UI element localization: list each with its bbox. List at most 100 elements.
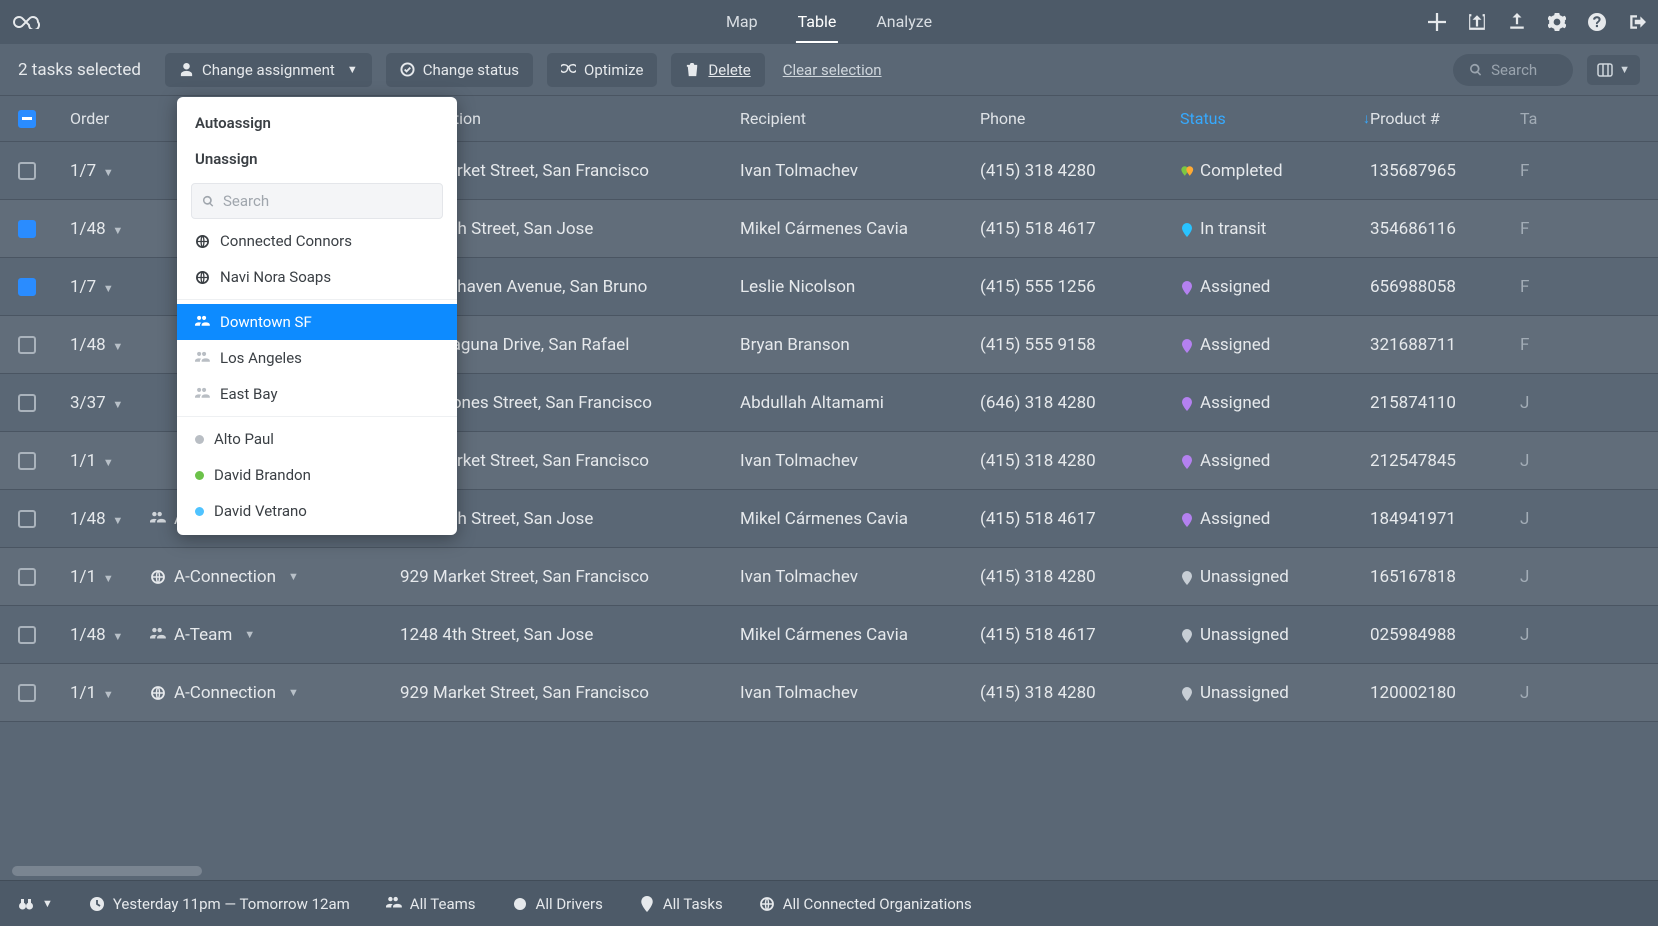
- col-product[interactable]: Product #: [1370, 109, 1520, 128]
- row-checkbox[interactable]: [18, 510, 36, 528]
- cell-product: 656988058: [1370, 277, 1520, 297]
- cell-truncated: F: [1520, 161, 1560, 181]
- clear-selection-link[interactable]: Clear selection: [783, 61, 882, 79]
- cell-destination: 1248 4th Street, San Jose: [400, 625, 740, 645]
- dropdown-unassign[interactable]: Unassign: [177, 141, 457, 177]
- import-icon[interactable]: [1468, 13, 1486, 31]
- search-icon: [202, 195, 215, 208]
- change-status-button[interactable]: Change status: [386, 53, 533, 87]
- optimize-button[interactable]: Optimize: [547, 53, 657, 87]
- cell-assignment[interactable]: A-Connection ▼: [150, 683, 400, 703]
- status-pin-icon: [1180, 280, 1194, 294]
- dropdown-driver-item[interactable]: Alto Paul: [177, 421, 457, 457]
- col-phone[interactable]: Phone: [980, 109, 1180, 128]
- teams-filter[interactable]: All Teams: [386, 895, 476, 913]
- row-checkbox[interactable]: [18, 626, 36, 644]
- row-checkbox[interactable]: [18, 684, 36, 702]
- tab-table[interactable]: Table: [796, 2, 839, 43]
- col-status[interactable]: Status ↓: [1180, 109, 1370, 128]
- cell-order[interactable]: 1/48 ▼: [70, 219, 150, 239]
- horizontal-scrollbar[interactable]: [12, 866, 202, 876]
- help-icon[interactable]: [1588, 13, 1606, 31]
- cell-order[interactable]: 3/37 ▼: [70, 393, 150, 413]
- dropdown-autoassign[interactable]: Autoassign: [177, 105, 457, 141]
- row-checkbox[interactable]: [18, 220, 36, 238]
- drivers-filter[interactable]: All Drivers: [512, 895, 603, 913]
- status-pin-icon: [1180, 628, 1194, 642]
- delete-button[interactable]: Delete: [671, 53, 764, 87]
- cell-assignment[interactable]: A-Team ▼: [150, 625, 400, 645]
- row-checkbox[interactable]: [18, 278, 36, 296]
- search-input[interactable]: Search: [1453, 54, 1573, 86]
- cell-order[interactable]: 1/1 ▼: [70, 683, 150, 703]
- table-row[interactable]: 1/48 ▼A-Team ▼1248 4th Street, San JoseM…: [0, 606, 1658, 664]
- time-range-filter[interactable]: Yesterday 11pm — Tomorrow 12am: [89, 895, 350, 913]
- cell-status: Unassigned: [1180, 625, 1370, 645]
- cell-recipient: Ivan Tolmachev: [740, 683, 980, 703]
- binoculars-icon: [18, 896, 34, 912]
- assignment-label: A-Connection: [174, 567, 276, 587]
- table-row[interactable]: 1/1 ▼A-Connection ▼929 Market Street, Sa…: [0, 664, 1658, 722]
- columns-button[interactable]: ▼: [1587, 55, 1640, 85]
- cell-order[interactable]: 1/7 ▼: [70, 161, 150, 181]
- tab-analyze[interactable]: Analyze: [874, 2, 934, 43]
- cell-order[interactable]: 1/48 ▼: [70, 335, 150, 355]
- cell-order[interactable]: 1/1 ▼: [70, 451, 150, 471]
- cell-recipient: Leslie Nicolson: [740, 277, 980, 297]
- cell-order[interactable]: 1/48 ▼: [70, 625, 150, 645]
- dropdown-driver-item[interactable]: David Vetrano: [177, 493, 457, 529]
- col-status-label: Status: [1180, 109, 1226, 128]
- cell-phone: (646) 318 4280: [980, 393, 1180, 413]
- team-icon: [150, 511, 166, 527]
- select-all-checkbox[interactable]: [18, 110, 36, 128]
- tab-map[interactable]: Map: [724, 2, 760, 43]
- row-checkbox[interactable]: [18, 452, 36, 470]
- caret-down-icon: ▼: [1619, 63, 1630, 76]
- drivers-filter-label: All Drivers: [536, 895, 603, 913]
- org-icon: [759, 896, 775, 912]
- table-row[interactable]: 1/1 ▼A-Connection ▼929 Market Street, Sa…: [0, 548, 1658, 606]
- caret-down-icon: ▼: [110, 630, 124, 643]
- orgs-filter[interactable]: All Connected Organizations: [759, 895, 972, 913]
- cell-status: Assigned: [1180, 451, 1370, 471]
- tasks-filter[interactable]: All Tasks: [639, 895, 723, 913]
- col-recipient[interactable]: Recipient: [740, 109, 980, 128]
- change-assignment-button[interactable]: Change assignment ▼: [165, 53, 372, 87]
- settings-icon[interactable]: [1548, 13, 1566, 31]
- caret-down-icon: ▼: [100, 688, 114, 701]
- view-toggle[interactable]: ▼: [18, 896, 53, 912]
- app-logo: [12, 15, 48, 29]
- dropdown-team-item[interactable]: Downtown SF: [177, 304, 457, 340]
- dropdown-team-item[interactable]: Los Angeles: [177, 340, 457, 376]
- logout-icon[interactable]: [1628, 13, 1646, 31]
- cell-destination: 929 Market Street, San Francisco: [400, 567, 740, 587]
- col-order[interactable]: Order: [70, 109, 150, 128]
- cell-assignment[interactable]: A-Connection ▼: [150, 567, 400, 587]
- cell-phone: (415) 318 4280: [980, 683, 1180, 703]
- row-checkbox[interactable]: [18, 394, 36, 412]
- row-checkbox[interactable]: [18, 336, 36, 354]
- row-checkbox[interactable]: [18, 568, 36, 586]
- cell-order[interactable]: 1/48 ▼: [70, 509, 150, 529]
- cell-recipient: Ivan Tolmachev: [740, 451, 980, 471]
- team-icon: [195, 351, 210, 366]
- col-truncated[interactable]: Ta: [1520, 109, 1560, 128]
- export-icon[interactable]: [1508, 13, 1526, 31]
- add-icon[interactable]: [1428, 13, 1446, 31]
- cell-order[interactable]: 1/1 ▼: [70, 567, 150, 587]
- caret-down-icon: ▼: [100, 572, 114, 585]
- dropdown-driver-item[interactable]: David Brandon: [177, 457, 457, 493]
- cell-destination: 929 Market Street, San Francisco: [400, 683, 740, 703]
- dropdown-search[interactable]: Search: [191, 183, 443, 219]
- dropdown-org-item[interactable]: Navi Nora Soaps: [177, 259, 457, 295]
- driver-icon: [512, 896, 528, 912]
- assignment-label: A-Connection: [174, 683, 276, 703]
- dropdown-org-item[interactable]: Connected Connors: [177, 223, 457, 259]
- dropdown-driver-label: David Vetrano: [214, 502, 307, 520]
- dropdown-team-item[interactable]: East Bay: [177, 376, 457, 412]
- row-checkbox[interactable]: [18, 162, 36, 180]
- cell-status: Assigned: [1180, 393, 1370, 413]
- cell-order[interactable]: 1/7 ▼: [70, 277, 150, 297]
- dropdown-team-label: Los Angeles: [220, 349, 302, 367]
- cell-product: 025984988: [1370, 625, 1520, 645]
